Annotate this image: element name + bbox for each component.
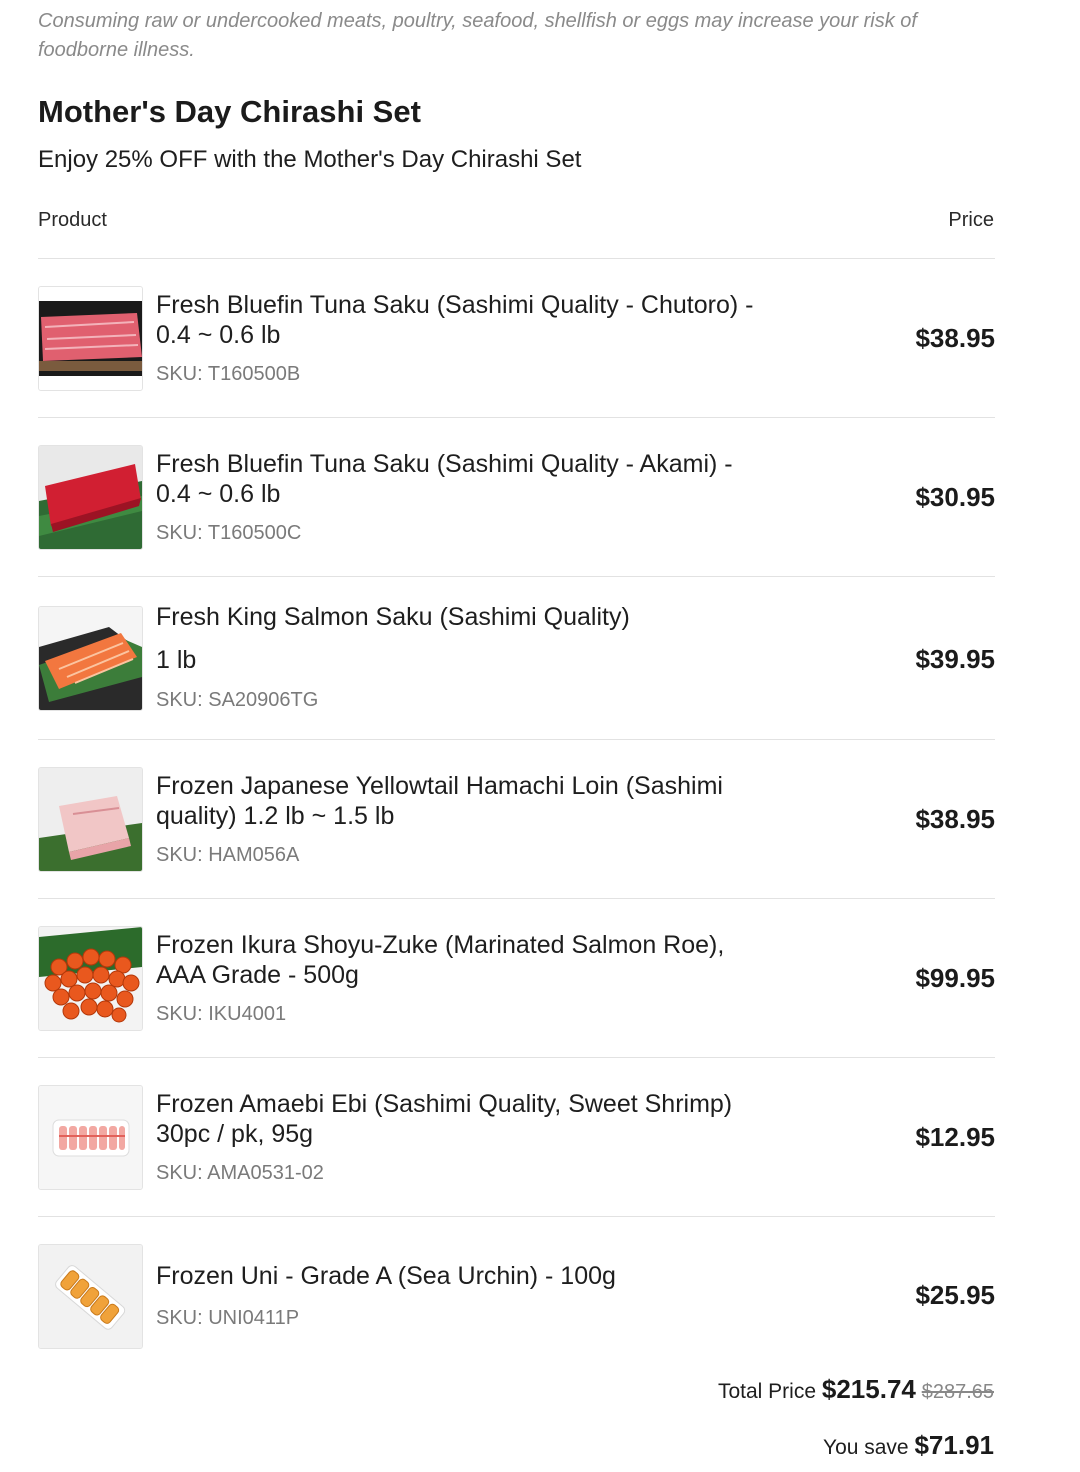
food-safety-disclaimer: Consuming raw or undercooked meats, poul… (38, 10, 917, 61)
list-item[interactable]: Frozen Japanese Yellowtail Hamachi Loin … (38, 740, 995, 899)
product-sku: SKU: SA20906TG (156, 689, 319, 711)
product-name-line[interactable]: Fresh Bluefin Tuna Saku (Sashimi Quality… (156, 449, 836, 479)
savings-label: You save (822, 1436, 909, 1459)
list-item[interactable]: Fresh Bluefin Tuna Saku (Sashimi Quality… (38, 418, 995, 577)
king-salmon-image[interactable] (38, 606, 143, 711)
product-sku: SKU: UNI0411P (156, 1307, 300, 1329)
bundle-subtitle: Enjoy 25% OFF with the Mother's Day Chir… (38, 146, 582, 173)
total-price-row: Total Price $215.74 $287.65 (718, 1374, 994, 1405)
total-price-label: Total Price (717, 1380, 817, 1403)
product-name[interactable]: Frozen Ikura Shoyu-Zuke (Marinated Salmo… (156, 930, 836, 990)
total-price-value: $215.74 (821, 1374, 916, 1404)
product-name-line[interactable]: Frozen Japanese Yellowtail Hamachi Loin … (156, 771, 836, 801)
product-name-line[interactable]: 1 lb (156, 645, 836, 675)
product-name-line[interactable]: Frozen Ikura Shoyu-Zuke (Marinated Salmo… (156, 930, 836, 960)
product-sku: SKU: T160500C (156, 522, 302, 544)
product-name-line[interactable]: Fresh King Salmon Saku (Sashimi Quality) (156, 602, 836, 632)
product-column-header: Product (38, 209, 107, 231)
product-name-line[interactable]: quality) 1.2 lb ~ 1.5 lb (156, 801, 836, 831)
product-name[interactable]: Frozen Amaebi Ebi (Sashimi Quality, Swee… (156, 1089, 836, 1149)
product-price: $39.95 (915, 644, 995, 674)
amaebi-shrimp-image[interactable] (38, 1085, 143, 1190)
product-sku: SKU: T160500B (156, 363, 301, 385)
savings-row: You save $71.91 (823, 1430, 994, 1461)
product-name-line[interactable]: 0.4 ~ 0.6 lb (156, 479, 836, 509)
product-sku: SKU: IKU4001 (156, 1003, 287, 1025)
product-price: $30.95 (915, 482, 995, 512)
price-column-header: Price (948, 209, 994, 231)
uni-tray-image[interactable] (38, 1244, 143, 1349)
product-price: $38.95 (915, 804, 995, 834)
product-name-line[interactable]: 0.4 ~ 0.6 lb (156, 320, 836, 350)
product-price: $99.95 (915, 963, 995, 993)
chutoro-tuna-image[interactable] (38, 286, 143, 391)
product-name-line[interactable]: AAA Grade - 500g (156, 960, 836, 990)
product-sku: SKU: HAM056A (156, 844, 300, 866)
list-item[interactable]: Fresh King Salmon Saku (Sashimi Quality)… (38, 577, 995, 739)
akami-tuna-image[interactable] (38, 445, 143, 550)
list-item[interactable]: Frozen Amaebi Ebi (Sashimi Quality, Swee… (38, 1058, 995, 1217)
product-name[interactable]: Frozen Japanese Yellowtail Hamachi Loin … (156, 771, 836, 831)
original-price-value: $287.65 (921, 1381, 994, 1403)
bundle-title: Mother's Day Chirashi Set (38, 94, 421, 129)
hamachi-loin-image[interactable] (38, 767, 143, 872)
product-name-line[interactable]: Fresh Bluefin Tuna Saku (Sashimi Quality… (156, 290, 836, 320)
product-name[interactable]: Frozen Uni - Grade A (Sea Urchin) - 100g (156, 1261, 836, 1291)
product-name[interactable]: Fresh King Salmon Saku (Sashimi Quality)… (156, 602, 836, 675)
list-item[interactable]: Frozen Uni - Grade A (Sea Urchin) - 100g… (38, 1217, 995, 1357)
ikura-roe-image[interactable] (38, 926, 143, 1031)
product-price: $12.95 (915, 1122, 995, 1152)
product-name-line[interactable]: Frozen Amaebi Ebi (Sashimi Quality, Swee… (156, 1089, 836, 1119)
product-name-line[interactable]: Frozen Uni - Grade A (Sea Urchin) - 100g (156, 1261, 836, 1291)
list-item[interactable]: Frozen Ikura Shoyu-Zuke (Marinated Salmo… (38, 899, 995, 1058)
product-price: $25.95 (915, 1280, 995, 1310)
product-name[interactable]: Fresh Bluefin Tuna Saku (Sashimi Quality… (156, 290, 836, 350)
savings-value: $71.91 (914, 1430, 994, 1460)
product-sku: SKU: AMA0531-02 (156, 1162, 324, 1184)
product-price: $38.95 (915, 323, 995, 353)
product-name[interactable]: Fresh Bluefin Tuna Saku (Sashimi Quality… (156, 449, 836, 509)
bundle-panel: Consuming raw or undercooked meats, poul… (0, 0, 1080, 1472)
list-item[interactable]: Fresh Bluefin Tuna Saku (Sashimi Quality… (38, 259, 995, 418)
product-name-line[interactable]: 30pc / pk, 95g (156, 1119, 836, 1149)
